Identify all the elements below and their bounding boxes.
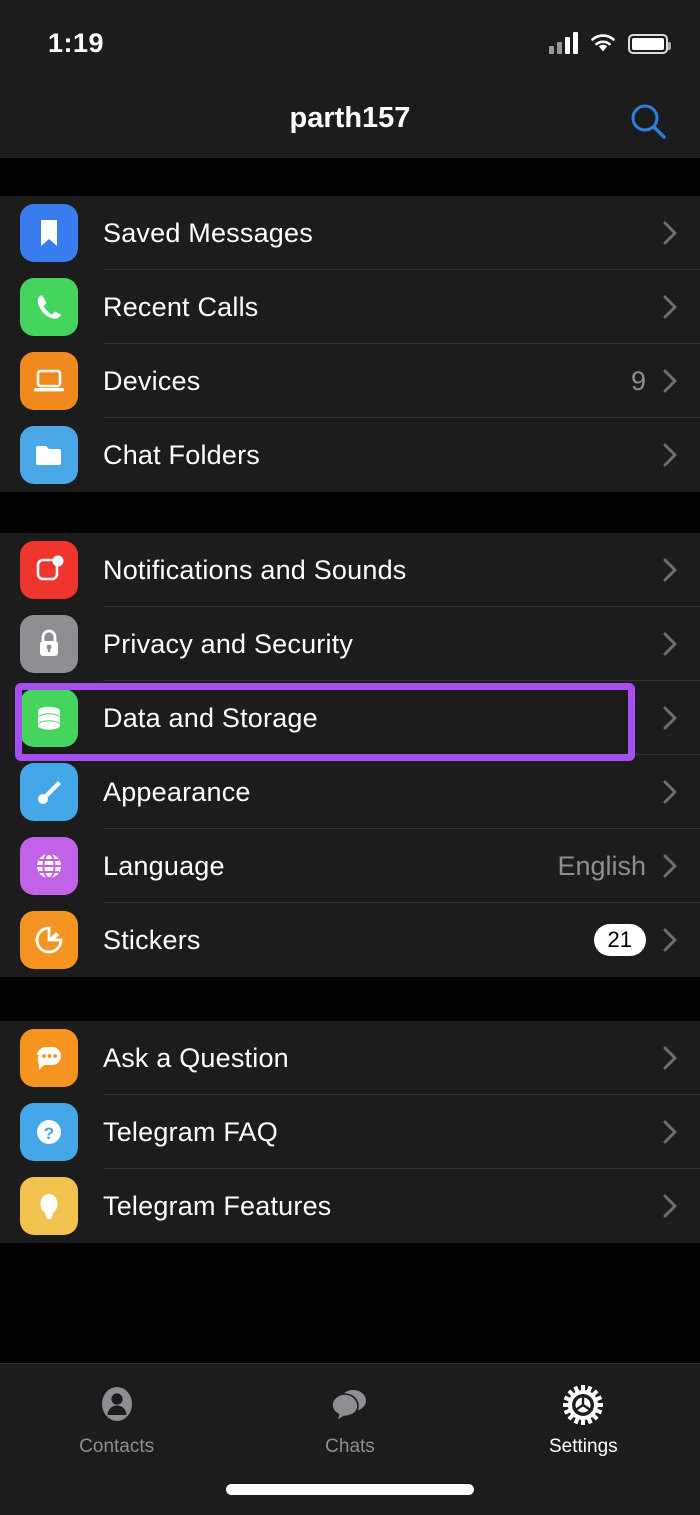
- bookmark-icon: [20, 204, 78, 262]
- row-telegram-features[interactable]: Telegram Features: [0, 1169, 700, 1243]
- stickers-count-badge: 21: [593, 923, 646, 957]
- row-value-devices: 9: [630, 365, 646, 396]
- row-stickers[interactable]: Stickers 21: [0, 903, 700, 977]
- database-icon: [20, 689, 78, 747]
- chat-bubble-icon: [20, 1029, 78, 1087]
- search-button[interactable]: [622, 96, 674, 148]
- row-label: Language: [103, 850, 225, 881]
- chevron-right-icon: [663, 706, 677, 730]
- paintbrush-icon: [20, 763, 78, 821]
- row-value-language: English: [557, 850, 646, 881]
- status-bar-time: 1:19: [48, 28, 105, 58]
- chevron-right-icon: [663, 295, 677, 319]
- row-language[interactable]: Language English: [0, 829, 700, 903]
- row-data-and-storage[interactable]: Data and Storage: [0, 681, 700, 755]
- person-icon: [101, 1387, 132, 1421]
- row-label: Ask a Question: [103, 1042, 289, 1073]
- lightbulb-icon: [20, 1177, 78, 1235]
- row-saved-messages[interactable]: Saved Messages: [0, 196, 700, 270]
- chevron-right-icon: [663, 1120, 677, 1144]
- tab-settings[interactable]: Settings: [467, 1382, 700, 1458]
- folder-icon: [20, 426, 78, 484]
- row-telegram-faq[interactable]: ? Telegram FAQ: [0, 1095, 700, 1169]
- chevron-right-icon: [663, 780, 677, 804]
- wifi-icon: [591, 34, 615, 52]
- question-mark-icon: ?: [20, 1103, 78, 1161]
- settings-section-3: Ask a Question ? Telegram FAQ Telegram F…: [0, 1021, 700, 1243]
- gear-icon: [563, 1385, 604, 1425]
- row-ask-a-question[interactable]: Ask a Question: [0, 1021, 700, 1095]
- settings-section-2: Notifications and Sounds Privacy and Sec…: [0, 533, 700, 977]
- tab-label: Settings: [548, 1436, 618, 1457]
- chevron-right-icon: [663, 221, 677, 245]
- home-indicator: [226, 1484, 474, 1495]
- svg-text:?: ?: [44, 1124, 54, 1143]
- status-bar-indicators: [549, 30, 671, 54]
- phone-icon: [20, 278, 78, 336]
- row-label: Stickers: [103, 924, 201, 955]
- row-label: Saved Messages: [103, 217, 313, 248]
- row-notifications-and-sounds[interactable]: Notifications and Sounds: [0, 533, 700, 607]
- telegram-settings-screen: 1:19 parth157 Saved Messages Recent Call…: [0, 0, 700, 1515]
- tab-bar: Contacts Chats Settings: [0, 1363, 700, 1515]
- row-recent-calls[interactable]: Recent Calls: [0, 270, 700, 344]
- page-title: parth157: [289, 102, 411, 134]
- section-gap: [0, 158, 700, 196]
- chevron-right-icon: [663, 369, 677, 393]
- row-label: Appearance: [103, 776, 251, 807]
- chevron-right-icon: [663, 928, 677, 952]
- chevron-right-icon: [663, 443, 677, 467]
- tab-label: Chats: [325, 1436, 375, 1457]
- chevron-right-icon: [663, 854, 677, 878]
- chevron-right-icon: [663, 1194, 677, 1218]
- search-icon: [631, 104, 666, 139]
- row-label: Chat Folders: [103, 439, 260, 470]
- notification-bell-icon: [20, 541, 78, 599]
- navigation-bar: parth157: [0, 80, 700, 158]
- tab-contacts[interactable]: Contacts: [0, 1382, 233, 1458]
- chevron-right-icon: [663, 1046, 677, 1070]
- tab-chats[interactable]: Chats: [233, 1382, 466, 1458]
- battery-icon: [628, 34, 671, 54]
- row-label: Telegram Features: [103, 1190, 332, 1221]
- row-devices[interactable]: Devices 9: [0, 344, 700, 418]
- sticker-icon: [20, 911, 78, 969]
- row-privacy-and-security[interactable]: Privacy and Security: [0, 607, 700, 681]
- cellular-bars-icon: [549, 32, 578, 54]
- globe-icon: [20, 837, 78, 895]
- laptop-icon: [20, 352, 78, 410]
- row-chat-folders[interactable]: Chat Folders: [0, 418, 700, 492]
- tab-label: Contacts: [79, 1436, 155, 1457]
- row-label: Devices: [103, 365, 201, 396]
- section-gap: [0, 977, 700, 1021]
- row-label: Data and Storage: [103, 702, 318, 733]
- lock-icon: [20, 615, 78, 673]
- row-appearance[interactable]: Appearance: [0, 755, 700, 829]
- chevron-right-icon: [663, 632, 677, 656]
- row-label: Recent Calls: [103, 291, 259, 322]
- row-label: Telegram FAQ: [103, 1116, 278, 1147]
- chats-icon: [331, 1390, 366, 1423]
- row-label: Notifications and Sounds: [103, 554, 407, 585]
- row-label: Privacy and Security: [103, 628, 354, 659]
- section-gap: [0, 492, 700, 533]
- status-bar: 1:19: [0, 0, 700, 80]
- settings-section-1: Saved Messages Recent Calls Devices 9 Ch…: [0, 196, 700, 492]
- chevron-right-icon: [663, 558, 677, 582]
